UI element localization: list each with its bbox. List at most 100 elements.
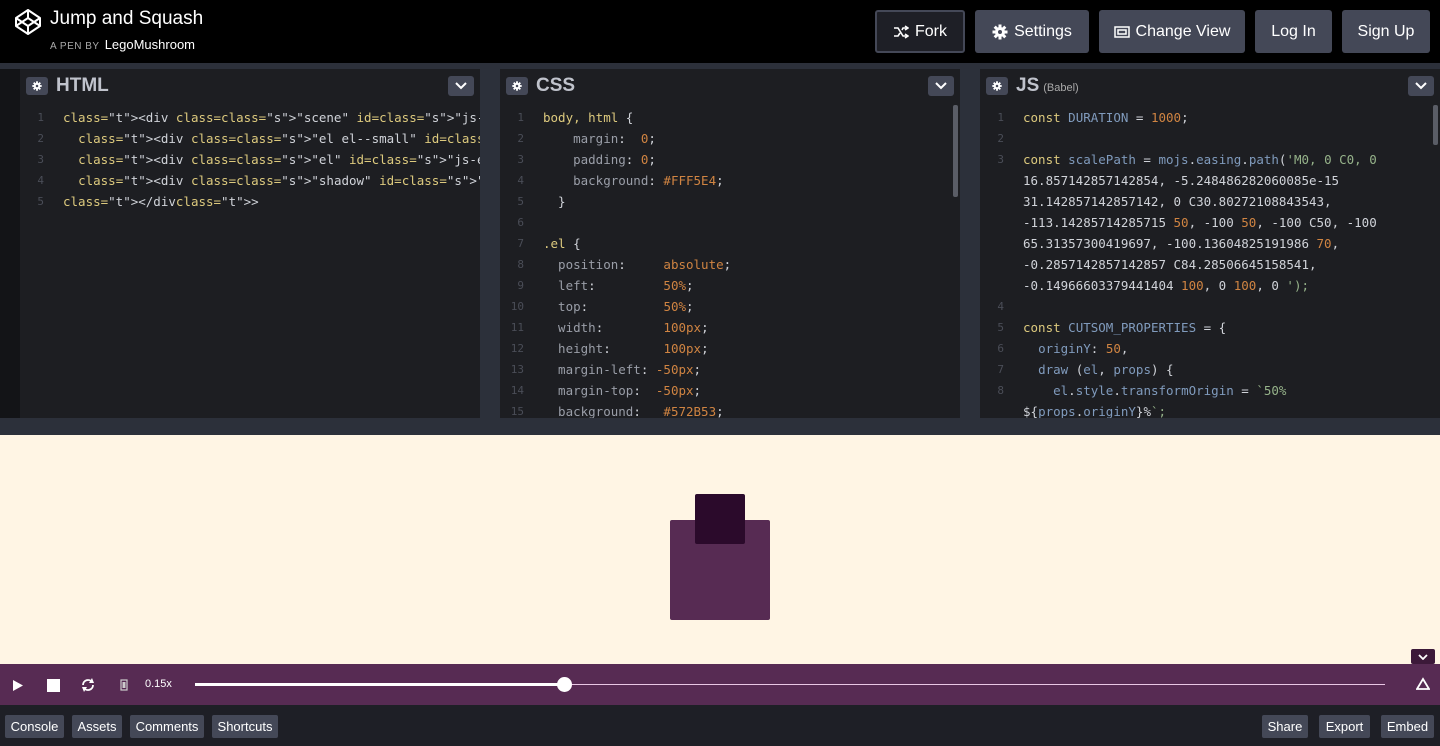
code-line[interactable]: 5 class="t"></divclass="t">> bbox=[20, 191, 480, 212]
css-settings-gear-icon[interactable] bbox=[506, 77, 528, 95]
code-text: el.style.transformOrigin = `50% bbox=[1053, 383, 1287, 398]
code-line[interactable]: 8 position: absolute; bbox=[500, 254, 960, 275]
code-line[interactable]: 4 background: #FFF5E4; bbox=[500, 170, 960, 191]
code-line[interactable]: 8 el.style.transformOrigin = `50% bbox=[980, 380, 1440, 401]
code-text: class="t"><div class=class="s">"el el--s… bbox=[78, 131, 480, 146]
pen-title[interactable]: Jump and Squash bbox=[50, 8, 203, 30]
progress-handle[interactable] bbox=[556, 677, 572, 692]
js-pane-chevron-down-icon[interactable] bbox=[1408, 76, 1434, 96]
html-settings-gear-icon[interactable] bbox=[26, 77, 48, 95]
line-number: 13 bbox=[510, 363, 524, 376]
code-line[interactable]: 3 const scalePath = mojs.easing.path('M0,… bbox=[980, 149, 1440, 170]
code-line[interactable]: 31.142857142857142, 0 C30.80272108843543… bbox=[980, 191, 1440, 212]
export-button[interactable]: Export bbox=[1319, 715, 1370, 738]
result-resizer[interactable] bbox=[0, 418, 1440, 435]
code-line[interactable]: 2 margin: 0; bbox=[500, 128, 960, 149]
code-line[interactable]: 14 margin-top: -50px; bbox=[500, 380, 960, 401]
line-number: 1 bbox=[517, 111, 524, 124]
code-line[interactable]: 5 } bbox=[500, 191, 960, 212]
repeat-icon[interactable] bbox=[79, 676, 97, 694]
console-button[interactable]: Console bbox=[5, 715, 64, 738]
code-line[interactable]: 1 body, html { bbox=[500, 107, 960, 128]
codepen-logo-icon[interactable] bbox=[14, 8, 42, 36]
embed-button[interactable]: Embed bbox=[1381, 715, 1434, 738]
code-line[interactable]: 11 width: 100px; bbox=[500, 317, 960, 338]
play-icon[interactable] bbox=[9, 676, 27, 694]
result-chevron-down-icon[interactable] bbox=[1411, 649, 1435, 664]
change-view-label: Change View bbox=[1135, 22, 1231, 40]
code-line[interactable]: 3 padding: 0; bbox=[500, 149, 960, 170]
code-line[interactable]: ${props.originY}%`; bbox=[980, 401, 1440, 418]
login-button[interactable]: Log In bbox=[1255, 10, 1332, 53]
code-line[interactable]: 13 margin-left: -50px; bbox=[500, 359, 960, 380]
code-line[interactable]: 4 class="t"><div class=class="s">"shadow… bbox=[20, 170, 480, 191]
left-resizer[interactable] bbox=[0, 69, 20, 418]
js-settings-gear-icon[interactable] bbox=[986, 77, 1008, 95]
css-scrollbar[interactable] bbox=[953, 105, 958, 197]
stop-icon[interactable] bbox=[44, 676, 62, 694]
code-line[interactable]: 6 bbox=[500, 212, 960, 233]
css-pane-header: CSS bbox=[500, 69, 960, 103]
pane-resizer-2[interactable] bbox=[960, 69, 980, 418]
code-text: class="t"><div class=class="s">"shadow" … bbox=[78, 173, 480, 188]
js-code-editor[interactable]: 1 const DURATION = 1000; 2 3 const scalePath… bbox=[980, 107, 1440, 418]
code-line[interactable]: 4 bbox=[980, 296, 1440, 317]
html-pane: HTML 1 class="t"><div class=class="s">"sc… bbox=[20, 69, 480, 418]
html-pane-chevron-down-icon[interactable] bbox=[448, 76, 474, 96]
line-number: 1 bbox=[997, 111, 1004, 124]
code-line[interactable]: -0.2857142857142857 C84.28506645158541, bbox=[980, 254, 1440, 275]
collapse-player-icon[interactable] bbox=[1415, 677, 1431, 691]
code-line[interactable]: -0.14966603379441404 100, 0 100, 0 '); bbox=[980, 275, 1440, 296]
code-line[interactable]: 10 top: 50%; bbox=[500, 296, 960, 317]
code-line[interactable]: 5 const CUTSOM_PROPERTIES = { bbox=[980, 317, 1440, 338]
code-line[interactable]: 16.857142857142854, -5.248486282060085e-… bbox=[980, 170, 1440, 191]
line-number: 5 bbox=[37, 195, 44, 208]
code-line[interactable]: 1 class="t"><div class=class="s">"scene" … bbox=[20, 107, 480, 128]
line-number: 8 bbox=[517, 258, 524, 271]
line-number: 2 bbox=[37, 132, 44, 145]
js-preprocessor-label: (Babel) bbox=[1043, 82, 1079, 94]
login-label: Log In bbox=[1271, 22, 1316, 40]
code-line[interactable]: 12 height: 100px; bbox=[500, 338, 960, 359]
shortcuts-button[interactable]: Shortcuts bbox=[212, 715, 278, 738]
code-line[interactable]: -113.14285714285715 50, -100 50, -100 C5… bbox=[980, 212, 1440, 233]
css-pane-chevron-down-icon[interactable] bbox=[928, 76, 954, 96]
line-number: 2 bbox=[517, 132, 524, 145]
code-text: 65.31357300419697, -100.13604825191986 7… bbox=[1023, 236, 1340, 251]
comments-button[interactable]: Comments bbox=[130, 715, 204, 738]
code-line[interactable]: 1 const DURATION = 1000; bbox=[980, 107, 1440, 128]
author-link[interactable]: LegoMushroom bbox=[105, 37, 195, 52]
code-line[interactable]: 15 background: #572B53; bbox=[500, 401, 960, 418]
code-text: padding: 0; bbox=[543, 152, 656, 167]
fork-button[interactable]: Fork bbox=[875, 10, 965, 53]
js-scrollbar[interactable] bbox=[1433, 105, 1438, 145]
assets-button[interactable]: Assets bbox=[72, 715, 122, 738]
pane-resizer-1[interactable] bbox=[480, 69, 500, 418]
speed-slider-icon[interactable] bbox=[115, 676, 133, 694]
code-line[interactable]: 9 left: 50%; bbox=[500, 275, 960, 296]
css-code-editor[interactable]: 1 body, html {2 margin: 0; 3 padding: 0; 4 … bbox=[500, 107, 960, 418]
code-text: background: #572B53; bbox=[543, 404, 724, 418]
change-view-button[interactable]: Change View bbox=[1099, 10, 1245, 53]
code-line[interactable]: 7 draw (el, props) { bbox=[980, 359, 1440, 380]
code-line[interactable]: 3 class="t"><div class=class="s">"el" id… bbox=[20, 149, 480, 170]
share-button[interactable]: Share bbox=[1262, 715, 1308, 738]
js-title-text: JS bbox=[1016, 75, 1040, 96]
signup-button[interactable]: Sign Up bbox=[1342, 10, 1430, 53]
html-code-editor[interactable]: 1 class="t"><div class=class="s">"scene" … bbox=[20, 107, 480, 418]
speed-label[interactable]: 0.15x bbox=[145, 678, 172, 690]
line-number: 9 bbox=[517, 279, 524, 292]
code-text: .el { bbox=[543, 236, 581, 251]
code-line[interactable]: 2 class="t"><div class=class="s">"el el-… bbox=[20, 128, 480, 149]
code-text: margin-left: -50px; bbox=[543, 362, 702, 377]
code-text: class="t"></divclass="t">> bbox=[63, 194, 259, 209]
code-text: -113.14285714285715 50, -100 50, -100 C5… bbox=[1023, 215, 1377, 230]
author-prefix: A PEN BY bbox=[50, 41, 100, 52]
code-line[interactable]: 2 bbox=[980, 128, 1440, 149]
code-line[interactable]: 6 originY: 50, bbox=[980, 338, 1440, 359]
settings-button[interactable]: Settings bbox=[975, 10, 1089, 53]
line-number: 5 bbox=[997, 321, 1004, 334]
html-pane-header: HTML bbox=[20, 69, 480, 103]
code-line[interactable]: 7 .el { bbox=[500, 233, 960, 254]
code-line[interactable]: 65.31357300419697, -100.13604825191986 7… bbox=[980, 233, 1440, 254]
